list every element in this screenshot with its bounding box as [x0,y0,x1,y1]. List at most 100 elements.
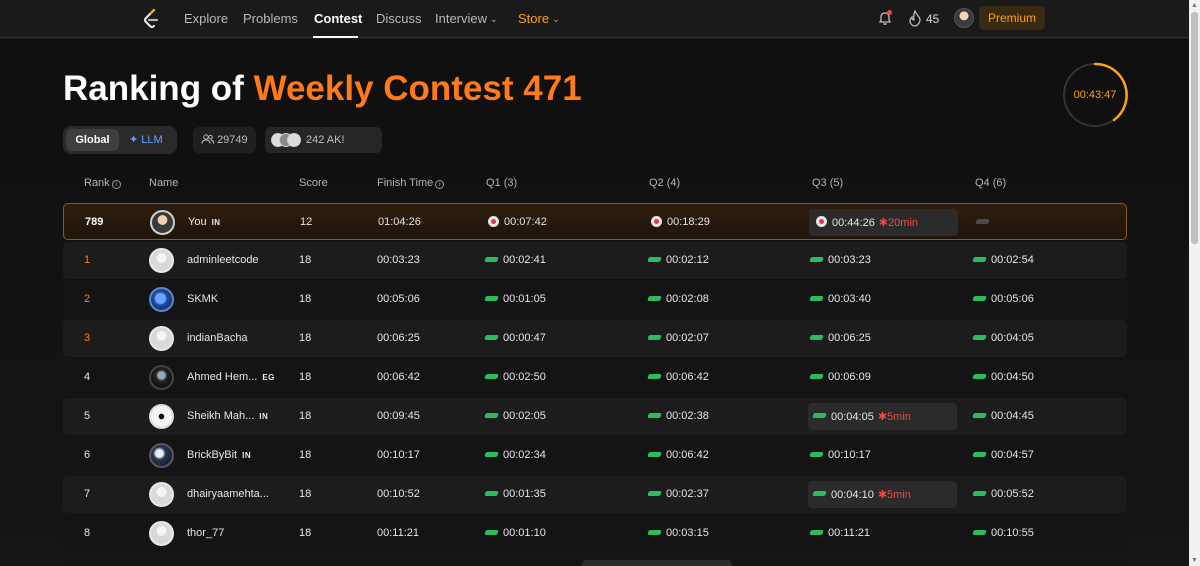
avatar[interactable] [149,443,174,468]
nav-store[interactable]: Store ⌄ [518,11,560,26]
column-q2[interactable]: Q2 (4) [649,177,680,189]
username-text: You [188,216,207,228]
username[interactable]: adminleetcode [187,254,264,266]
avatar[interactable] [149,482,174,507]
username[interactable]: dhairyaamehta... [187,488,274,500]
accepted-bar [809,374,824,379]
accepted-bar [484,413,499,418]
table-row[interactable]: 7 dhairyaamehta... 18 00:10:52 00:01:35 … [63,476,1127,513]
table-row[interactable]: 6 BrickByBit IN 18 00:10:17 00:02:34 00:0… [63,437,1127,474]
score-value: 18 [299,410,312,422]
accepted-bar [484,296,499,301]
accepted-bar [809,296,824,301]
all-kill-badge[interactable]: 242 AK! [265,127,382,153]
user-avatar[interactable] [954,8,974,28]
q1-time: 00:01:05 [503,293,546,305]
score-value: 18 [299,449,312,461]
q1-time: 00:02:41 [503,254,546,266]
penalty-badge: ✱20min [878,217,919,229]
finish-time: 00:10:17 [377,449,420,461]
q3-time: 00:04:05 [831,411,874,423]
q3-time: 00:10:17 [828,449,871,461]
avatar[interactable] [149,365,174,390]
avatar[interactable] [149,521,174,546]
scroll-up-arrow-icon[interactable]: ▲ [1191,2,1198,9]
info-icon[interactable]: i [435,180,445,189]
table-row[interactable]: 1 adminleetcode 18 00:03:23 00:02:41 00:… [63,242,1127,279]
q1-time: 00:01:35 [503,488,546,500]
q3-time-wrap: 00:44:26 ✱20min [832,216,918,229]
page-title: Ranking of Weekly Contest 471 [63,69,582,109]
column-q1[interactable]: Q1 (3) [486,177,517,189]
username[interactable]: Sheikh Mah... IN [187,410,268,422]
q4-time: 00:05:52 [991,488,1034,500]
scroll-down-arrow-icon[interactable]: ▼ [1191,557,1198,564]
score-value: 18 [299,293,312,305]
avatar[interactable] [149,326,174,351]
q2-time: 00:02:12 [666,254,709,266]
q3-time: 00:03:40 [828,293,871,305]
info-icon[interactable]: i [111,180,121,189]
finish-time: 00:06:25 [377,332,420,344]
not-attempted-bar [975,219,990,224]
column-name: Name [149,177,179,189]
table-row[interactable]: 8 thor_77 18 00:11:21 00:01:10 00:03:15 … [63,515,1127,552]
scrollbar-thumb[interactable] [1191,12,1198,244]
accepted-bar [647,530,662,535]
accepted-bar [484,374,499,379]
nav-interview[interactable]: Interview ⌄ [435,11,498,26]
table-row-current-user[interactable]: 789 You IN 12 01:04:26 00:07:42 00:18:29 … [63,203,1127,240]
username[interactable]: thor_77 [187,527,229,539]
username[interactable]: SKMK [187,293,223,305]
score-value: 18 [299,254,312,266]
table-row[interactable]: 5 Sheikh Mah... IN 18 00:09:45 00:02:05 0… [63,398,1127,435]
avatar[interactable] [149,404,174,429]
table-row[interactable]: 3 indianBacha 18 00:06:25 00:00:47 00:02… [63,320,1127,357]
score-value: 18 [299,488,312,500]
username[interactable]: BrickByBit IN [187,449,251,461]
username-text: adminleetcode [187,254,259,266]
avatar[interactable] [149,287,174,312]
streak-flame-icon[interactable] [908,10,922,27]
q2-time: 00:06:42 [666,449,709,461]
rank-value: 4 [84,371,91,383]
accepted-bar [972,452,987,457]
q2-time: 00:02:07 [666,332,709,344]
q4-time: 00:04:05 [991,332,1034,344]
q3-time: 00:06:25 [828,332,871,344]
nav-problems[interactable]: Problems [243,11,298,26]
nav-contest[interactable]: Contest [314,11,362,26]
global-tab[interactable]: Global [66,129,119,151]
vertical-scrollbar[interactable]: ▲ ▼ [1189,0,1200,566]
avatar[interactable] [149,248,174,273]
streak-count: 45 [926,12,940,26]
q1-time: 00:01:10 [503,527,546,539]
leetcode-logo-icon[interactable] [141,8,161,30]
table-row[interactable]: 2 SKMK 18 00:05:06 00:01:05 00:02:08 00:… [63,281,1127,318]
nav-discuss[interactable]: Discuss [376,11,422,26]
ranking-table-header: Rank i Name Score Finish Time i Q1 (3) Q2 … [63,173,1127,193]
q3-time: 00:06:09 [828,371,871,383]
username[interactable]: Ahmed Hem... EG [187,371,275,383]
table-row[interactable]: 4 Ahmed Hem... EG 18 00:06:42 00:02:50 00… [63,359,1127,396]
llm-tab[interactable]: ✦ LLM [129,129,163,151]
q2-time: 00:06:42 [666,371,709,383]
q3-time: 00:03:23 [828,254,871,266]
accepted-bar [809,452,824,457]
nav-explore[interactable]: Explore [184,11,228,26]
q4-time: 00:02:54 [991,254,1034,266]
premium-button[interactable]: Premium [979,6,1045,30]
ak-avatar [287,133,301,147]
leetcode-bug-icon [651,216,662,227]
username[interactable]: indianBacha [187,332,253,344]
accepted-bar [484,335,499,340]
column-finish-label: Finish Time [377,177,434,189]
q4-time: 00:04:50 [991,371,1034,383]
column-q3[interactable]: Q3 (5) [812,177,843,189]
q3-time: 00:04:10 [831,489,874,501]
column-q4[interactable]: Q4 (6) [975,177,1006,189]
accepted-bar [809,530,824,535]
avatar[interactable] [150,210,175,235]
penalty-box-partial [582,560,732,566]
username[interactable]: You IN [188,216,221,228]
